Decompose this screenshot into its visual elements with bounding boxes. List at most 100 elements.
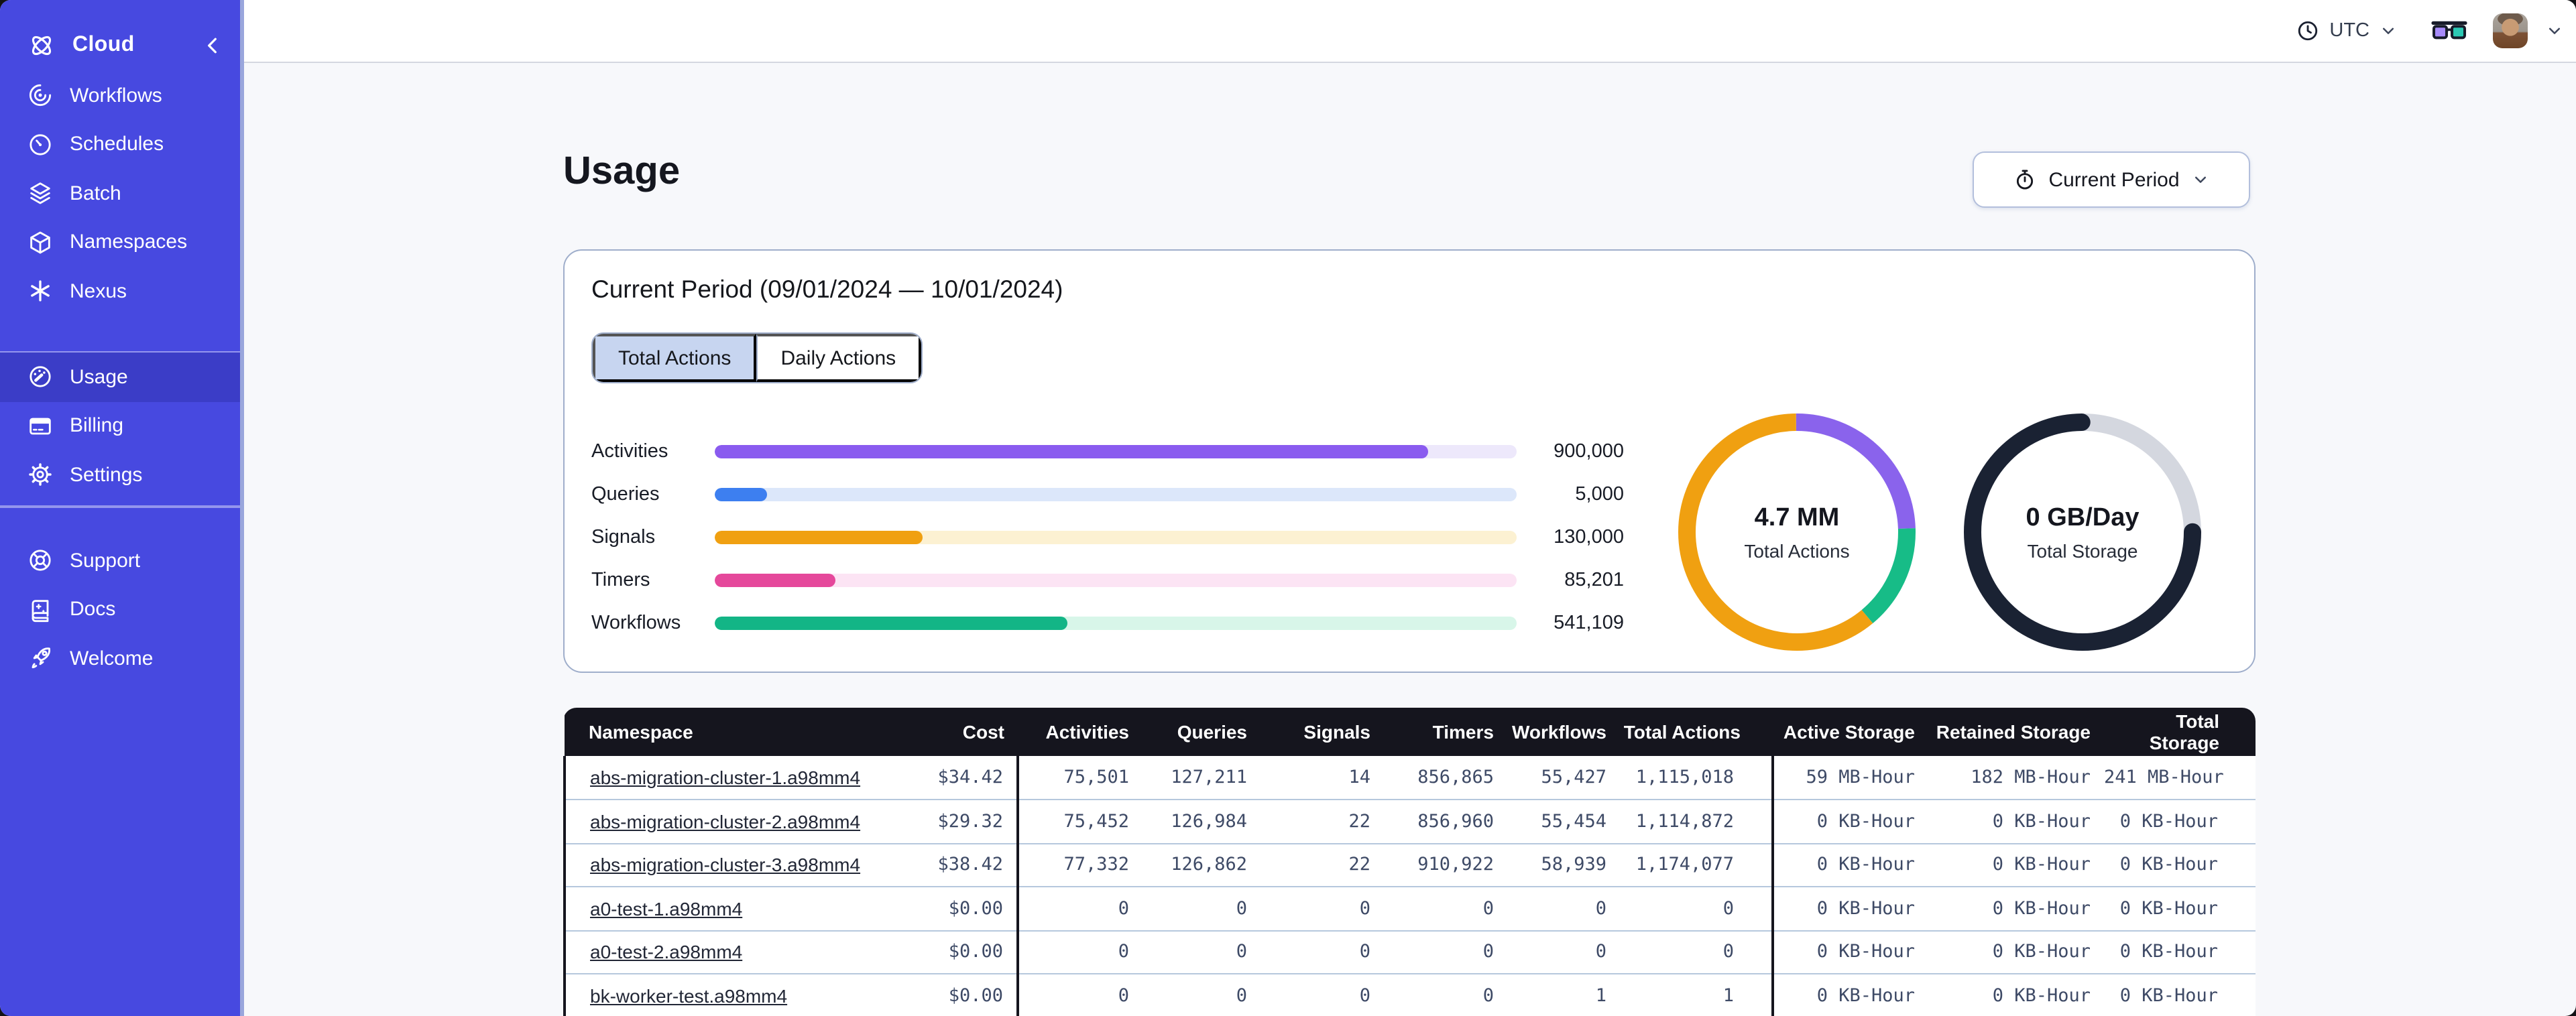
sidebar-item-schedules[interactable]: Schedules bbox=[0, 120, 240, 169]
sidebar-item-label: Workflows bbox=[70, 84, 162, 107]
value-cell: 0 KB-Hour bbox=[1928, 887, 2104, 931]
nexus-icon bbox=[27, 278, 54, 305]
sidebar-item-welcome[interactable]: Welcome bbox=[0, 634, 240, 683]
bar-row-timers: Timers 85,201 bbox=[591, 559, 1624, 602]
value-cell: 182 MB-Hour bbox=[1928, 756, 2104, 800]
page-title: Usage bbox=[563, 150, 681, 193]
value-cell: $34.42 bbox=[886, 756, 1018, 800]
column-header-timers: Timers bbox=[1384, 708, 1507, 756]
value-cell: 856,865 bbox=[1384, 756, 1507, 800]
sidebar-item-workflows[interactable]: Workflows bbox=[0, 71, 240, 120]
timezone-selector[interactable]: UTC bbox=[2296, 19, 2398, 43]
namespace-cell: a0-test-1.a98mm4 bbox=[563, 887, 886, 931]
sidebar-item-label: Support bbox=[70, 549, 141, 572]
column-header-total-actions: Total Actions bbox=[1620, 708, 1773, 756]
value-cell: 58,939 bbox=[1507, 843, 1620, 887]
actions-bar-chart: Activities 900,000 Queries 5,000 Signals 130,… bbox=[591, 430, 1624, 645]
glasses-icon[interactable] bbox=[2431, 19, 2467, 42]
sidebar: Cloud Workflows Schedules Batch Namespaces N… bbox=[0, 0, 244, 1016]
bar-row-queries: Queries 5,000 bbox=[591, 473, 1624, 516]
value-cell: 55,454 bbox=[1507, 800, 1620, 844]
value-cell: 0 KB-Hour bbox=[1928, 930, 2104, 974]
user-avatar[interactable] bbox=[2493, 13, 2528, 48]
product-name: Cloud bbox=[72, 34, 135, 56]
sidebar-item-label: Batch bbox=[70, 182, 121, 205]
value-cell: 0 bbox=[1016, 974, 1143, 1016]
value-cell: 0 KB-Hour bbox=[1928, 843, 2104, 887]
namespace-link[interactable]: abs-migration-cluster-3.a98mm4 bbox=[590, 854, 860, 876]
value-cell: 0 KB-Hour bbox=[1771, 974, 1928, 1016]
bar-fill bbox=[715, 616, 1068, 631]
sidebar-nav-account: Usage Billing Settings bbox=[0, 353, 240, 499]
account-menu-chevron-icon[interactable] bbox=[2545, 21, 2564, 40]
sidebar-item-label: Namespaces bbox=[70, 231, 188, 254]
donut-value: 4.7 MM bbox=[1754, 503, 1840, 531]
column-header-queries: Queries bbox=[1143, 708, 1261, 756]
value-cell: 910,922 bbox=[1384, 843, 1507, 887]
value-cell: 126,862 bbox=[1143, 843, 1261, 887]
value-cell: 1,174,077 bbox=[1620, 843, 1773, 887]
sidebar-item-nexus[interactable]: Nexus bbox=[0, 267, 240, 316]
bar-label: Signals bbox=[591, 527, 656, 548]
bar-fill bbox=[715, 530, 923, 545]
billing-icon bbox=[27, 413, 54, 440]
sidebar-item-batch[interactable]: Batch bbox=[0, 169, 240, 218]
topbar: UTC bbox=[244, 0, 2576, 63]
tab-daily-actions[interactable]: Daily Actions bbox=[756, 334, 922, 382]
actions-tab-group: Total Actions Daily Actions bbox=[591, 332, 923, 383]
donut-value: 0 GB/Day bbox=[2026, 503, 2140, 531]
bar-track bbox=[715, 487, 1517, 502]
value-cell: 856,960 bbox=[1384, 800, 1507, 844]
sidebar-nav-main: Workflows Schedules Batch Namespaces Nexus bbox=[0, 71, 240, 316]
sidebar-item-usage[interactable]: Usage bbox=[0, 353, 240, 401]
value-cell: 0 bbox=[1261, 930, 1384, 974]
namespace-usage-table: Namespace Cost Activities Queries Signals Tim… bbox=[563, 708, 2256, 1016]
value-cell: 0 KB-Hour bbox=[1771, 800, 1928, 844]
sidebar-divider bbox=[0, 505, 240, 507]
bar-row-activities: Activities 900,000 bbox=[591, 430, 1624, 473]
bar-label: Activities bbox=[591, 441, 668, 462]
namespace-link[interactable]: a0-test-2.a98mm4 bbox=[590, 942, 742, 963]
namespaces-icon bbox=[27, 229, 54, 256]
column-header-workflows: Workflows bbox=[1507, 708, 1620, 756]
sidebar-scrollbar[interactable] bbox=[240, 0, 244, 1016]
namespace-link[interactable]: abs-migration-cluster-2.a98mm4 bbox=[590, 811, 860, 832]
value-cell: 0 bbox=[1384, 974, 1507, 1016]
sidebar-item-namespaces[interactable]: Namespaces bbox=[0, 218, 240, 267]
docs-icon bbox=[27, 596, 54, 623]
column-header-signals: Signals bbox=[1261, 708, 1384, 756]
value-cell: 0 KB-Hour bbox=[1771, 887, 1928, 931]
schedules-icon bbox=[27, 131, 54, 158]
sidebar-item-support[interactable]: Support bbox=[0, 536, 240, 585]
bar-label: Timers bbox=[591, 570, 650, 591]
namespace-link[interactable]: abs-migration-cluster-1.a98mm4 bbox=[590, 767, 860, 788]
sidebar-item-billing[interactable]: Billing bbox=[0, 401, 240, 450]
stopwatch-icon bbox=[2012, 168, 2036, 192]
namespace-cell: a0-test-2.a98mm4 bbox=[563, 930, 886, 974]
value-cell: 22 bbox=[1261, 843, 1384, 887]
value-cell: 0 KB-Hour bbox=[2104, 930, 2256, 974]
chevron-down-icon bbox=[2192, 170, 2211, 189]
namespace-link[interactable]: bk-worker-test.a98mm4 bbox=[590, 985, 787, 1007]
value-cell: 127,211 bbox=[1143, 756, 1261, 800]
value-cell: 1 bbox=[1620, 974, 1773, 1016]
value-cell: 126,984 bbox=[1143, 800, 1261, 844]
value-cell: 0 KB-Hour bbox=[2104, 800, 2256, 844]
workflows-icon bbox=[27, 82, 54, 109]
value-cell: 0 bbox=[1507, 887, 1620, 931]
tab-total-actions[interactable]: Total Actions bbox=[593, 334, 757, 382]
sidebar-item-settings[interactable]: Settings bbox=[0, 450, 240, 499]
period-selector-label: Current Period bbox=[2048, 168, 2180, 191]
value-cell: $29.32 bbox=[886, 800, 1018, 844]
current-period-card: Current Period (09/01/2024 — 10/01/2024)… bbox=[563, 249, 2256, 673]
namespace-cell: abs-migration-cluster-3.a98mm4 bbox=[563, 843, 886, 887]
table-header-row: Namespace Cost Activities Queries Signals Tim… bbox=[565, 708, 2256, 756]
sidebar-item-docs[interactable]: Docs bbox=[0, 585, 240, 634]
sidebar-collapse-button[interactable] bbox=[201, 34, 225, 58]
sidebar-item-label: Settings bbox=[70, 463, 143, 487]
table-row: abs-migration-cluster-3.a98mm4 $38.42 77,3… bbox=[563, 843, 2256, 887]
namespace-link[interactable]: a0-test-1.a98mm4 bbox=[590, 898, 742, 919]
period-selector-button[interactable]: Current Period bbox=[1973, 151, 2250, 208]
value-cell: 77,332 bbox=[1016, 843, 1143, 887]
column-header-total-storage: Total Storage bbox=[2104, 708, 2256, 756]
